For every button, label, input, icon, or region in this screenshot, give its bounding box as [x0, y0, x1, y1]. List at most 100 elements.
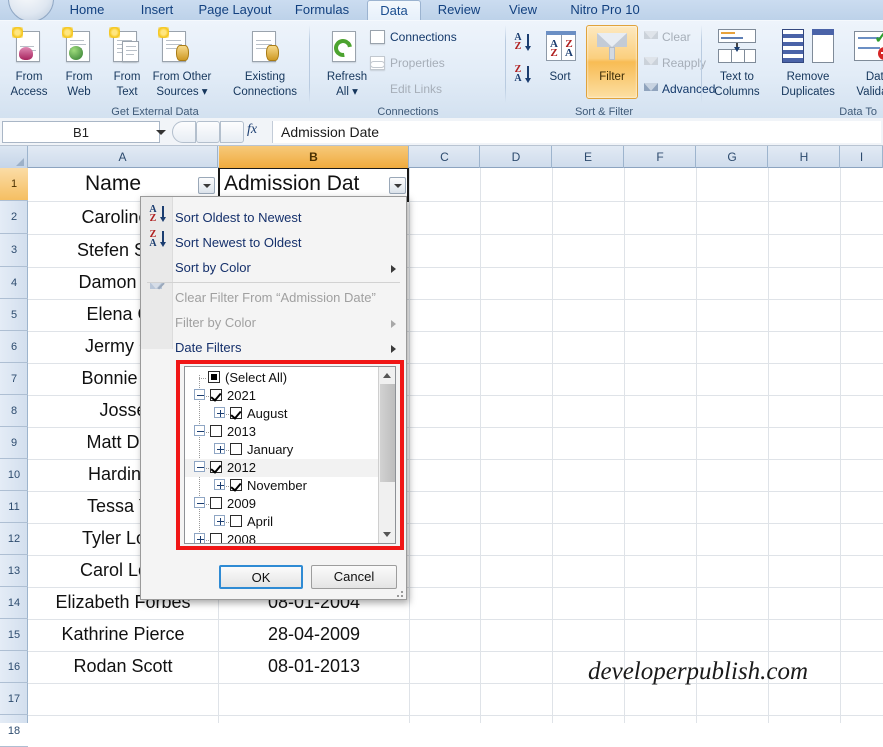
cancel-button[interactable]: Cancel	[311, 565, 397, 589]
cell-b1[interactable]: Admission Dat	[224, 172, 394, 196]
row-header-1[interactable]: 1	[0, 168, 28, 201]
gridline-vertical	[409, 168, 410, 723]
button-refresh-all[interactable]: Refresh All ▾	[318, 69, 376, 98]
menu-item-date-filters[interactable]: Date Filters	[175, 335, 241, 360]
ok-button[interactable]: OK	[219, 565, 303, 589]
cell-a15[interactable]: Kathrine Pierce	[28, 624, 218, 645]
gridline-vertical	[552, 168, 553, 723]
button-from-other-sources[interactable]: From Other Sources ▾	[144, 69, 220, 98]
enter-formula-icon[interactable]	[196, 121, 220, 143]
tab-review[interactable]: Review	[428, 0, 490, 20]
button-data-validation[interactable]: Data Validatio	[848, 69, 883, 98]
cell-b15[interactable]: 28-04-2009	[219, 624, 409, 645]
row-header-5[interactable]: 5	[0, 299, 28, 331]
row-header-15[interactable]: 15	[0, 619, 28, 651]
gridline-vertical	[840, 168, 841, 723]
row-header-16[interactable]: 16	[0, 651, 28, 683]
button-existing-connections[interactable]: Existing Connections	[224, 69, 306, 98]
row-header-11[interactable]: 11	[0, 491, 28, 523]
button-sort[interactable]: Sort	[538, 69, 582, 84]
gridline-vertical	[768, 168, 769, 723]
from-other-sources-label-1: From Other	[152, 71, 212, 83]
gridline-horizontal	[28, 715, 883, 716]
menu-item-sort-newest-to-oldest[interactable]: Sort Newest to Oldest	[175, 230, 301, 255]
tab-view[interactable]: View	[498, 0, 548, 20]
office-button[interactable]	[8, 0, 54, 22]
button-connections[interactable]: Connections	[390, 30, 457, 44]
row-header-3[interactable]: 3	[0, 234, 28, 267]
column-header-b[interactable]: B	[219, 146, 409, 168]
column-header-h[interactable]: H	[769, 146, 840, 168]
cancel-formula-icon[interactable]	[172, 121, 196, 143]
column-header-e[interactable]: E	[553, 146, 624, 168]
name-box-dropdown-icon[interactable]	[156, 130, 166, 135]
column-header-f[interactable]: F	[625, 146, 696, 168]
row-header-10[interactable]: 10	[0, 459, 28, 491]
insert-function-icon[interactable]	[220, 121, 244, 143]
fx-icon: fx	[247, 122, 258, 137]
group-label-data-tools: Data To	[839, 106, 877, 118]
column-header-c[interactable]: C	[410, 146, 480, 168]
sort-by-color-submenu-icon	[391, 265, 396, 273]
cell-a16[interactable]: Rodan Scott	[28, 656, 218, 677]
row-header-2[interactable]: 2	[0, 201, 28, 234]
select-all-corner[interactable]	[0, 146, 28, 168]
formula-input[interactable]: Admission Date	[272, 121, 881, 143]
menu-item-sort-oldest-to-newest[interactable]: Sort Oldest to Newest	[175, 205, 301, 230]
group-label-connections: Connections	[377, 106, 439, 118]
annotation-highlight-box	[176, 360, 404, 550]
group-label-sort-filter: Sort & Filter	[574, 106, 634, 118]
tab-formulas[interactable]: Formulas	[285, 0, 359, 20]
menu-item-clear-filter: Clear Filter From “Admission Date”	[175, 290, 376, 305]
column-header-a[interactable]: A	[28, 146, 218, 168]
filter-label-wrap: Filter	[588, 69, 636, 84]
cell-b16[interactable]: 08-01-2013	[219, 656, 409, 677]
resize-grip[interactable]	[393, 587, 403, 597]
button-from-access[interactable]: From Access	[4, 69, 54, 98]
ribbon-group-data-tools: Text to Columns Remove Duplicates Dat Va…	[702, 21, 883, 119]
button-remove-duplicates[interactable]: Remove Duplicates	[770, 69, 846, 98]
reapply-icon	[644, 57, 658, 65]
button-text-to-columns[interactable]: Text to Columns	[706, 69, 768, 98]
button-from-web[interactable]: From Web	[56, 69, 102, 98]
column-headers: A B C D E F G H I	[0, 146, 883, 168]
tab-page-layout[interactable]: Page Layout	[186, 0, 284, 20]
column-header-i[interactable]: I	[841, 146, 883, 168]
row-header-4[interactable]: 4	[0, 267, 28, 299]
filter-label: Filter	[599, 71, 625, 83]
row-header-17[interactable]: 17	[0, 683, 28, 715]
gridline-horizontal	[28, 651, 883, 652]
row-header-14[interactable]: 14	[0, 587, 28, 619]
gridline-vertical	[480, 168, 481, 723]
filter-arrow-name-icon[interactable]	[198, 177, 215, 194]
row-header-12[interactable]: 12	[0, 523, 28, 555]
row-header-7[interactable]: 7	[0, 363, 28, 395]
row-header-6[interactable]: 6	[0, 331, 28, 363]
column-header-g[interactable]: G	[697, 146, 768, 168]
filter-arrow-admission-date-icon[interactable]	[389, 177, 406, 194]
ribbon-group-get-external-data: From Access From Web From Text From Othe…	[0, 21, 310, 119]
menu-item-sort-by-color[interactable]: Sort by Color	[175, 255, 251, 280]
group-label-get-external-data: Get External Data	[111, 106, 199, 118]
column-header-d[interactable]: D	[481, 146, 552, 168]
tab-home[interactable]: Home	[56, 0, 118, 20]
row-header-8[interactable]: 8	[0, 395, 28, 427]
name-box[interactable]: B1	[2, 121, 160, 143]
menu-separator	[147, 282, 400, 283]
watermark-text: developerpublish.com	[588, 658, 809, 685]
row-header-9[interactable]: 9	[0, 427, 28, 459]
tab-data[interactable]: Data	[367, 0, 421, 21]
from-access-label-1: From	[15, 71, 43, 83]
tab-insert[interactable]: Insert	[128, 0, 186, 20]
cell-a1[interactable]: Name	[28, 172, 198, 196]
row-header-18[interactable]: 18	[0, 715, 28, 747]
remove-duplicates-label-2: Duplicates	[781, 85, 835, 98]
ribbon-content: From Access From Web From Text From Othe…	[0, 20, 883, 118]
connections-icon	[370, 30, 385, 44]
gridline-vertical	[624, 168, 625, 723]
row-header-13[interactable]: 13	[0, 555, 28, 587]
tab-nitro-pro[interactable]: Nitro Pro 10	[556, 0, 654, 20]
gridline-vertical	[696, 168, 697, 723]
advanced-filter-icon	[644, 83, 658, 91]
menu-item-filter-by-color: Filter by Color	[175, 315, 256, 330]
